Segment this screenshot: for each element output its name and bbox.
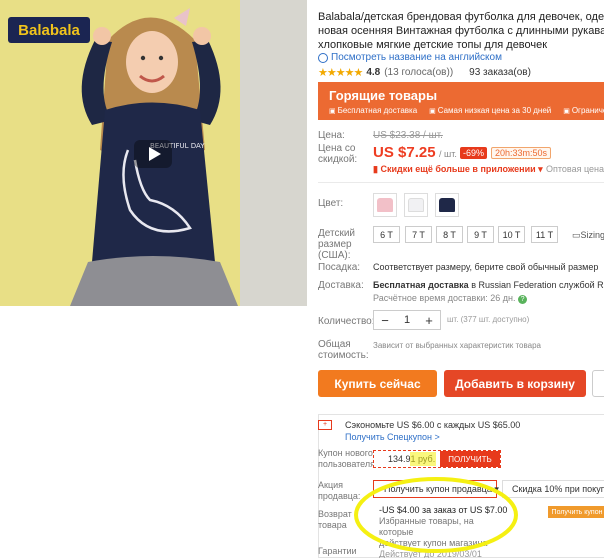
fit-label: Посадка: bbox=[318, 262, 361, 273]
delivery-label: Доставка: bbox=[318, 280, 364, 291]
hot-deals-banner: Горящие товары Бесплатная доставка Самая… bbox=[318, 82, 604, 120]
rating-value: 4.8 bbox=[366, 67, 381, 78]
get-coupon-button[interactable]: Получить купон bbox=[548, 506, 604, 518]
size-option-8t[interactable]: 8 T bbox=[436, 226, 463, 243]
color-swatch-pink[interactable] bbox=[373, 193, 397, 217]
size-option-11t[interactable]: 11 T bbox=[531, 226, 558, 243]
current-price: US $7.25 bbox=[373, 144, 436, 161]
coupon-detail-desc-1: Избранные товары, на которые bbox=[379, 516, 474, 537]
size-label-line-3: (США): bbox=[318, 250, 351, 261]
coupon-detail-desc-2: действует купон магазина bbox=[379, 538, 488, 548]
votes-count[interactable]: (13 голоса(ов)) bbox=[384, 67, 453, 78]
return-label-line-1: Возврат bbox=[318, 509, 352, 519]
orders-count: 93 заказа(ов) bbox=[469, 67, 531, 78]
seller-promo-label: Акция продавца: bbox=[318, 480, 360, 502]
video-play-button[interactable] bbox=[134, 140, 172, 168]
size-option-10t[interactable]: 10 T bbox=[498, 226, 525, 243]
return-label-line-2: товара bbox=[318, 520, 347, 530]
new-user-coupon: 134.91 руб. ПОЛУЧИТЬ bbox=[373, 450, 501, 468]
color-swatch-navy[interactable] bbox=[435, 193, 459, 217]
price-label: Цена: bbox=[318, 130, 345, 141]
coupon-save-text: Сэкономьте US $6.00 с каждых US $65.00 bbox=[345, 420, 521, 430]
delivery-time-label: Расчётное время доставки: 26 дн. bbox=[373, 293, 516, 303]
total-label: Общая стоимость: bbox=[318, 339, 369, 361]
product-title: Balabala/детская брендовая футболка для … bbox=[318, 10, 604, 52]
get-seller-coupon-dropdown[interactable]: Получить купон продавца ▾ bbox=[373, 480, 499, 498]
new-user-label-line-1: Купон нового bbox=[318, 448, 373, 458]
size-option-6t[interactable]: 6 T bbox=[373, 226, 400, 243]
seller-label-line-2: продавца: bbox=[318, 491, 361, 501]
title-line-1: Balabala/детская брендовая футболка для … bbox=[318, 11, 604, 23]
plus-icon[interactable]: + bbox=[418, 313, 440, 328]
app-discount-label: Скидки ещё больше в приложении ▾ bbox=[380, 164, 543, 174]
minus-icon[interactable]: − bbox=[374, 313, 396, 328]
color-swatch-white[interactable] bbox=[404, 193, 428, 217]
discount-badge: -69% bbox=[460, 147, 488, 159]
seller-coupon-detail: -US $4.00 за заказ от US $7.00 Избранные… bbox=[379, 505, 509, 558]
translate-link-label: Посмотреть название на английском bbox=[331, 52, 502, 63]
guarantee-label: Гарантии bbox=[318, 546, 357, 556]
special-coupon-link[interactable]: Получить Спецкупон > bbox=[345, 432, 440, 442]
wholesale-price-dropdown[interactable]: Оптовая цена ▾ bbox=[546, 164, 604, 175]
price-per-unit: / шт. bbox=[439, 149, 457, 159]
coupon-detail-amount: -US $4.00 за заказ от US $7.00 bbox=[379, 505, 508, 515]
hot-feature-lowest-price: Самая низкая цена за 30 дней bbox=[429, 106, 552, 115]
quantity-available: шт. (377 шт. доступно) bbox=[447, 315, 530, 324]
new-user-coupon-amount: 134.91 руб. bbox=[388, 454, 436, 464]
total-value: Зависит от выбранных характеристик товар… bbox=[373, 341, 541, 350]
add-to-cart-button[interactable]: Добавить в корзину bbox=[444, 370, 586, 397]
rating-stars-icon: ★★★★★ bbox=[318, 67, 363, 79]
app-discount-dropdown[interactable]: ▮ Скидки ещё больше в приложении ▾ bbox=[373, 164, 543, 175]
coupon-detail-expiry: Действует до 2019/03/01 bbox=[379, 549, 482, 558]
total-label-line-2: стоимость: bbox=[318, 350, 369, 361]
get-new-user-coupon-button[interactable]: ПОЛУЧИТЬ bbox=[440, 451, 500, 467]
quantity-label: Количество: bbox=[318, 316, 375, 327]
title-line-3: хлопковые мягкие детские топы для девоче… bbox=[318, 39, 548, 51]
size-label: Детский размер (США): bbox=[318, 228, 355, 261]
new-user-label-line-2: пользователя bbox=[318, 459, 375, 469]
discount-price-label: Цена со скидкой: bbox=[318, 143, 357, 165]
size-chart-label: Sizing bbox=[580, 230, 604, 240]
hot-feature-limited: Ограничен bbox=[563, 106, 604, 115]
total-label-line-1: Общая bbox=[318, 339, 351, 350]
size-label-line-1: Детский bbox=[318, 228, 356, 239]
return-label: Возврат товара bbox=[318, 509, 352, 531]
delivery-route: в Russian Federation службой Russ bbox=[468, 280, 604, 290]
delivery-info[interactable]: Бесплатная доставка в Russian Federation… bbox=[373, 280, 604, 290]
size-option-9t[interactable]: 9 T bbox=[467, 226, 494, 243]
size-option-7t[interactable]: 7 T bbox=[405, 226, 432, 243]
old-price: US $23.38 / шт. bbox=[373, 130, 443, 141]
delivery-free-label: Бесплатная доставка bbox=[373, 280, 469, 290]
seller-label-line-1: Акция bbox=[318, 480, 343, 490]
coupon-icon: + bbox=[318, 420, 332, 430]
section-divider bbox=[318, 182, 604, 183]
hot-feature-free-shipping: Бесплатная доставка bbox=[329, 106, 418, 115]
fit-value: Соответствует размеру, берите свой обычн… bbox=[373, 262, 599, 272]
delivery-time: Расчётное время доставки: 26 дн. ? bbox=[373, 293, 528, 304]
seller-discount-dropdown[interactable]: Скидка 10% при покупке bbox=[502, 480, 604, 498]
buy-now-button[interactable]: Купить сейчас bbox=[318, 370, 437, 397]
size-chart-link[interactable]: ▭Sizing bbox=[572, 230, 604, 241]
countdown-timer: 20h:33m:50s bbox=[491, 147, 552, 159]
quantity-stepper[interactable]: − 1 + bbox=[373, 310, 441, 330]
question-icon[interactable]: ? bbox=[518, 295, 528, 304]
globe-icon bbox=[318, 52, 328, 63]
translate-title-link[interactable]: Посмотреть название на английском bbox=[318, 52, 502, 63]
discount-price-label-line-1: Цена со bbox=[318, 143, 356, 154]
rating-row: ★★★★★ 4.8 (13 голоса(ов)) 93 заказа(ов) bbox=[318, 66, 531, 79]
new-user-coupon-label: Купон нового пользователя bbox=[318, 448, 375, 470]
hot-deals-features: Бесплатная доставка Самая низкая цена за… bbox=[329, 106, 604, 115]
ruler-icon: ▭ bbox=[572, 230, 581, 240]
discount-price-label-line-2: скидкой: bbox=[318, 154, 358, 165]
quantity-input[interactable]: 1 bbox=[396, 314, 418, 326]
title-line-2: новая осенняя Винтажная футболка с длинн… bbox=[318, 25, 604, 37]
hot-deals-title: Горящие товары bbox=[329, 88, 438, 103]
wishlist-button[interactable] bbox=[592, 370, 604, 397]
size-label-line-2: размер bbox=[318, 239, 352, 250]
product-photo[interactable]: BEAUTIFUL DAY Balabala bbox=[0, 0, 307, 306]
color-label: Цвет: bbox=[318, 198, 344, 209]
brand-logo: Balabala bbox=[8, 17, 90, 43]
